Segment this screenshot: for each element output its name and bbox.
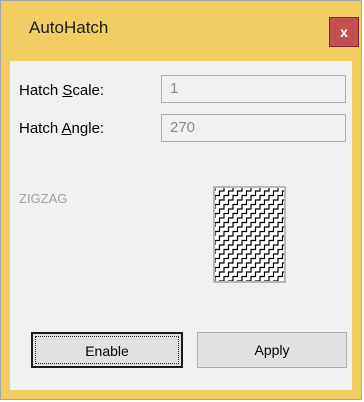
zigzag-pattern-icon (215, 188, 284, 281)
window-frame-right (352, 61, 361, 399)
window-frame-left (1, 61, 10, 399)
hatch-scale-field[interactable]: 1 (161, 75, 346, 103)
close-button[interactable]: x (329, 17, 359, 47)
hatch-angle-field[interactable]: 270 (161, 114, 346, 142)
hatch-pattern-name: ZIGZAG (19, 191, 68, 206)
hatch-angle-label: Hatch Angle: (19, 120, 105, 137)
hatch-scale-label: Hatch Scale: (19, 82, 105, 99)
window-title: AutoHatch (29, 18, 109, 37)
window-frame-bottom (1, 390, 361, 399)
autohatch-window: AutoHatch x Hatch Scale: 1 Hatch Angle: … (0, 0, 362, 400)
enable-button[interactable]: Enable (31, 332, 183, 368)
title-bar[interactable]: AutoHatch x (1, 1, 361, 61)
enable-button-label: Enable (85, 343, 129, 359)
apply-button[interactable]: Apply (197, 332, 347, 368)
hatch-pattern-preview[interactable] (213, 186, 286, 283)
